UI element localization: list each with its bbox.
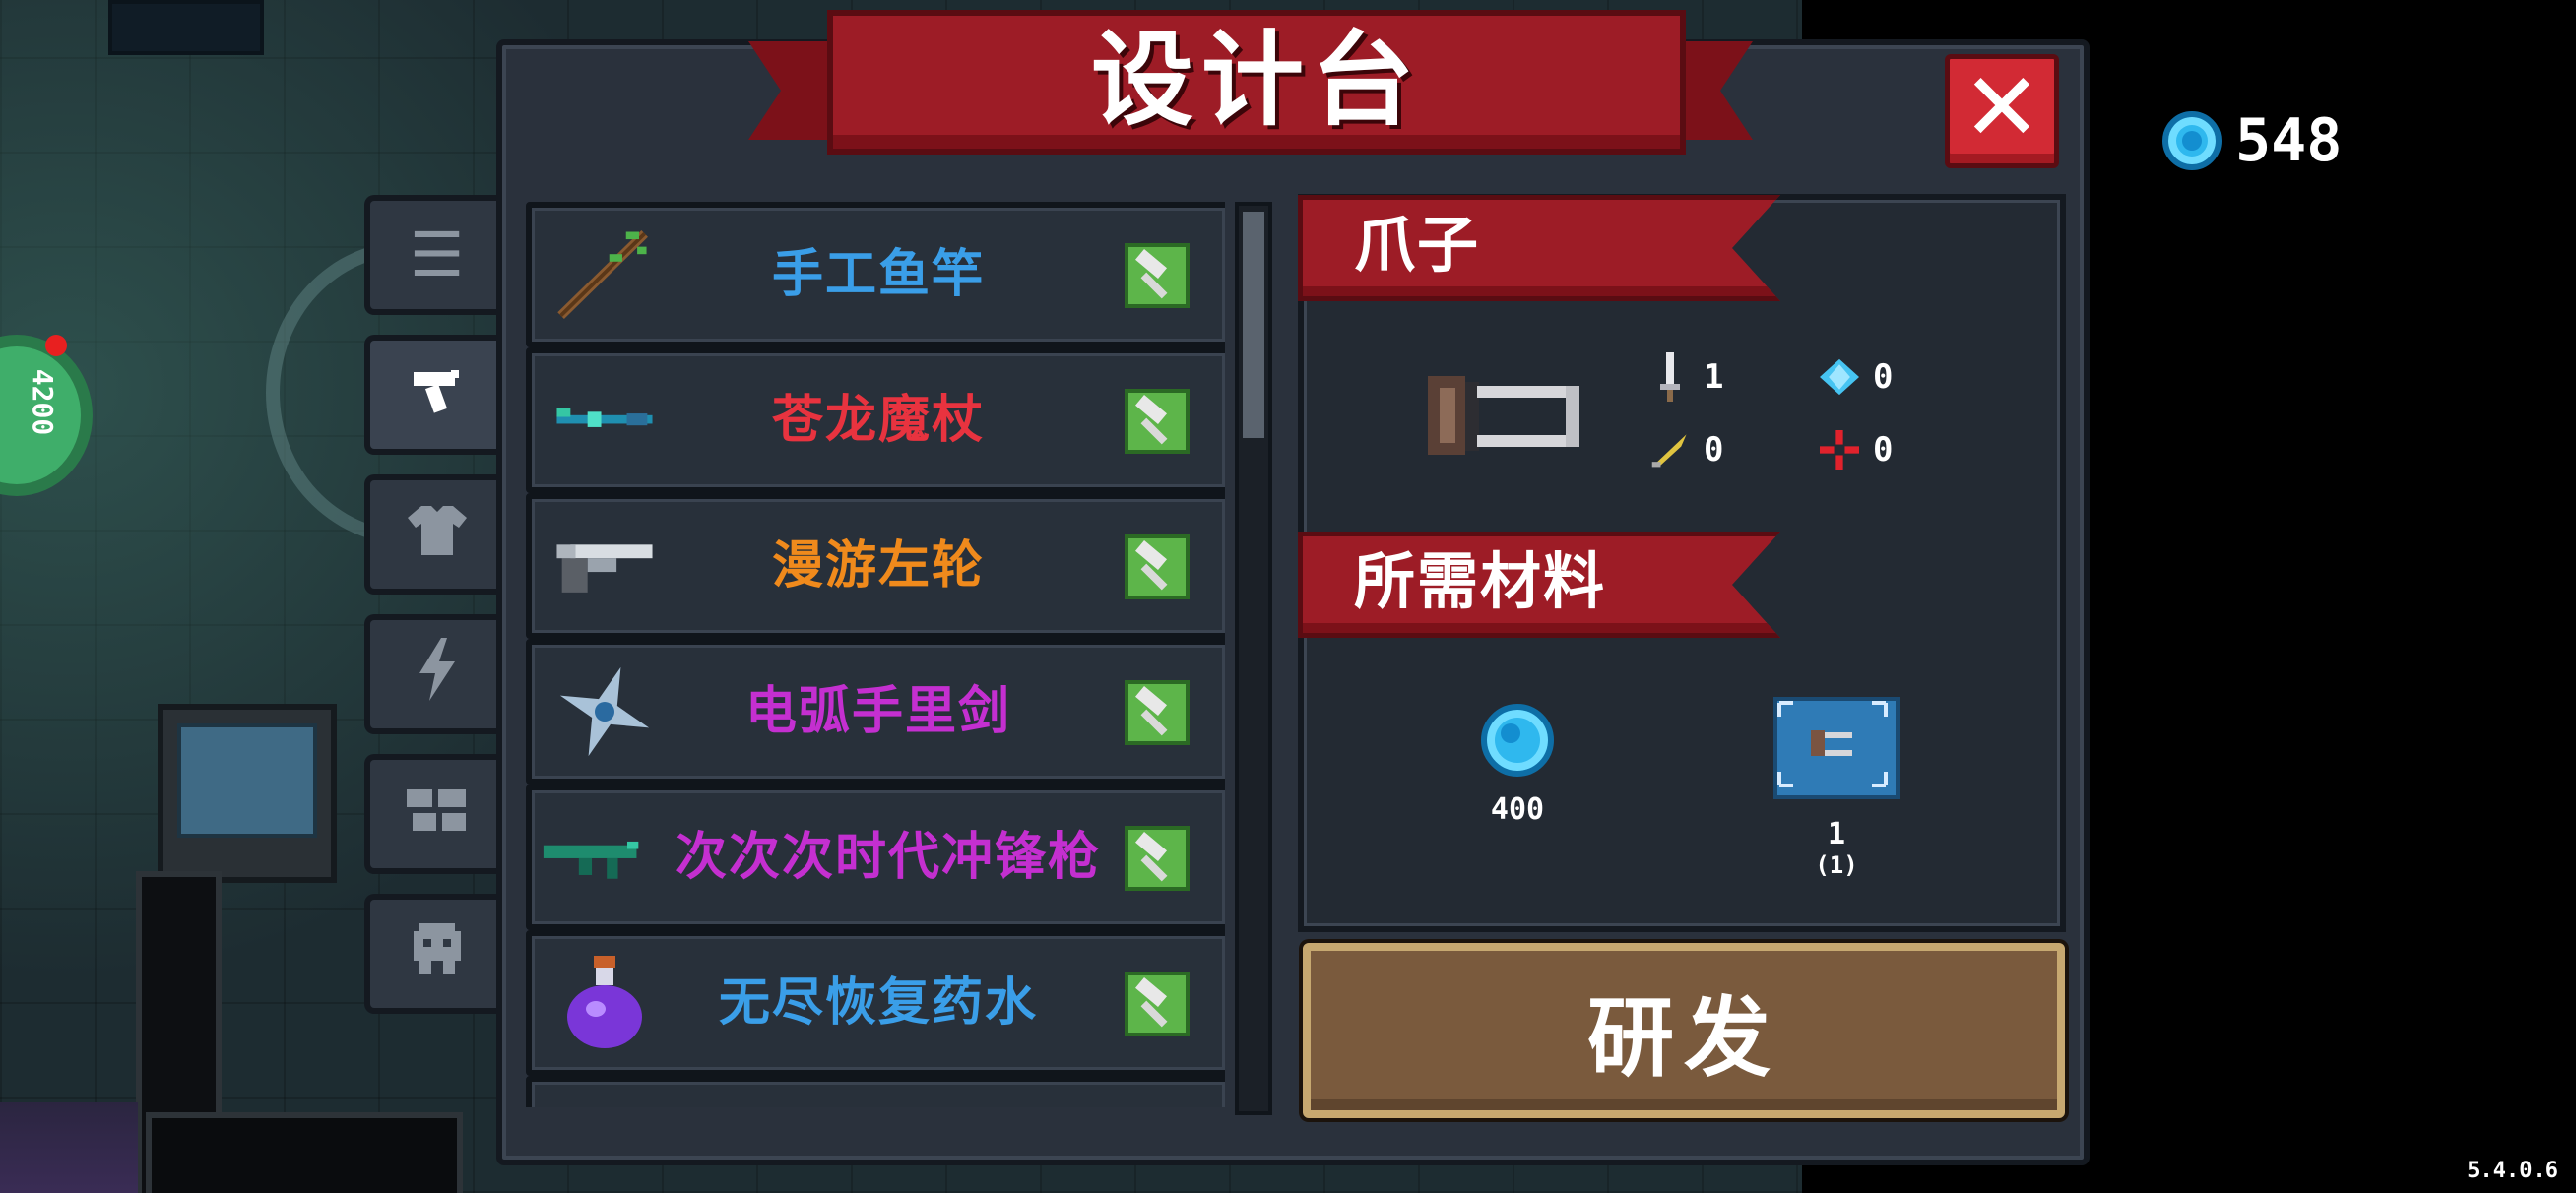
craft-hammer-icon: [1125, 826, 1190, 891]
material-gems-amount: 400: [1490, 792, 1545, 827]
notification-dot: [45, 335, 67, 356]
energy-crystal-icon: [1820, 354, 1859, 400]
stat-accuracy: 0: [1820, 427, 1893, 472]
item-name-ribbon: 爪子: [1298, 195, 1780, 301]
tab-armor[interactable]: [364, 474, 503, 595]
tab-weapons[interactable]: [364, 335, 503, 455]
scrollbar-thumb[interactable]: [1243, 212, 1264, 438]
research-label: 研发: [1586, 986, 1780, 1089]
lightning-icon: [416, 638, 459, 711]
tab-materials[interactable]: [364, 754, 503, 874]
fishing-rod-icon: [553, 223, 656, 326]
craft-hammer-icon: [1125, 972, 1190, 1036]
detail-item-name: 爪子: [1354, 209, 1481, 281]
stat-accuracy-value: 0: [1873, 430, 1894, 470]
stat-energy-value: 0: [1873, 357, 1894, 397]
craft-hammer-icon: [1125, 389, 1190, 454]
computer-terminal: [158, 704, 337, 883]
sword-icon: [1650, 352, 1690, 402]
shuriken-icon: [553, 660, 656, 763]
gem-counter: 548: [2162, 106, 2342, 175]
close-icon: ✕: [1962, 52, 2042, 162]
claw-icon: [1418, 362, 1595, 471]
crosshair-icon: [1820, 427, 1859, 472]
tab-list[interactable]: ☰: [364, 195, 503, 315]
item-name: 电弧手里剑: [744, 682, 1011, 741]
list-item[interactable]: 手工鱼竿: [526, 202, 1225, 347]
purple-floor: [0, 1102, 138, 1193]
stat-energy: 0: [1820, 354, 1893, 400]
bench: [146, 1112, 463, 1193]
research-button[interactable]: 研发: [1303, 943, 2065, 1118]
craft-hammer-icon: [1125, 243, 1190, 308]
title-banner: 设计台: [748, 10, 1753, 159]
materials-header: 所需材料: [1354, 545, 1607, 617]
shirt-icon: [406, 502, 469, 567]
recipe-list[interactable]: 手工鱼竿 苍龙魔杖 漫游左轮 电弧手里剑 次次次时代冲锋枪 无尽恢复药水: [526, 202, 1225, 1107]
wall-block: [108, 0, 264, 55]
version-label: 5.4.0.6: [2467, 1159, 2558, 1183]
gun-icon: [408, 360, 467, 429]
item-name: 无尽恢复药水: [718, 973, 1038, 1033]
material-blueprint-owned: (1): [1815, 851, 1858, 879]
stat-damage-value: 1: [1704, 357, 1724, 397]
item-name: 苍龙魔杖: [771, 391, 985, 450]
potion-icon: [553, 952, 656, 1054]
stat-crit: 0: [1650, 427, 1723, 472]
gem-count: 548: [2235, 106, 2343, 175]
materials-ribbon: 所需材料: [1298, 532, 1780, 638]
craft-hammer-icon: [1125, 680, 1190, 745]
list-item[interactable]: 次次次时代冲锋枪: [526, 785, 1225, 930]
tab-pets[interactable]: [364, 894, 503, 1014]
material-blueprint-amount: 1: [1827, 817, 1846, 851]
list-scrollbar[interactable]: [1235, 202, 1272, 1115]
material-blueprint: 1 (1): [1772, 697, 1900, 879]
knife-icon: [1650, 427, 1690, 472]
gem-icon: [2162, 111, 2222, 170]
materials-icon: [405, 784, 470, 845]
list-item[interactable]: 苍龙魔杖: [526, 347, 1225, 493]
tab-skills[interactable]: [364, 614, 503, 734]
item-name: 漫游左轮: [771, 536, 985, 596]
stat-damage: 1: [1650, 352, 1724, 402]
list-icon: ☰: [409, 219, 465, 290]
smg-icon: [542, 806, 644, 909]
blueprint-icon: [1773, 697, 1900, 799]
revolver-icon: [553, 515, 656, 617]
page-title: 设计台: [1090, 20, 1422, 140]
item-name: 手工鱼竿: [771, 245, 985, 304]
dragon-staff-icon: [553, 369, 656, 471]
list-item[interactable]: [526, 1076, 1225, 1107]
creature-icon: [410, 919, 465, 988]
craft-hammer-icon: [1125, 534, 1190, 599]
list-item[interactable]: 电弧手里剑: [526, 639, 1225, 785]
list-item[interactable]: 漫游左轮: [526, 493, 1225, 639]
stat-crit-value: 0: [1704, 430, 1724, 470]
item-name: 次次次时代冲锋枪: [675, 828, 1101, 887]
list-item[interactable]: 无尽恢复药水: [526, 930, 1225, 1076]
close-button[interactable]: ✕: [1945, 54, 2059, 168]
gem-icon: [1481, 704, 1554, 777]
material-gems: 400: [1473, 704, 1562, 827]
